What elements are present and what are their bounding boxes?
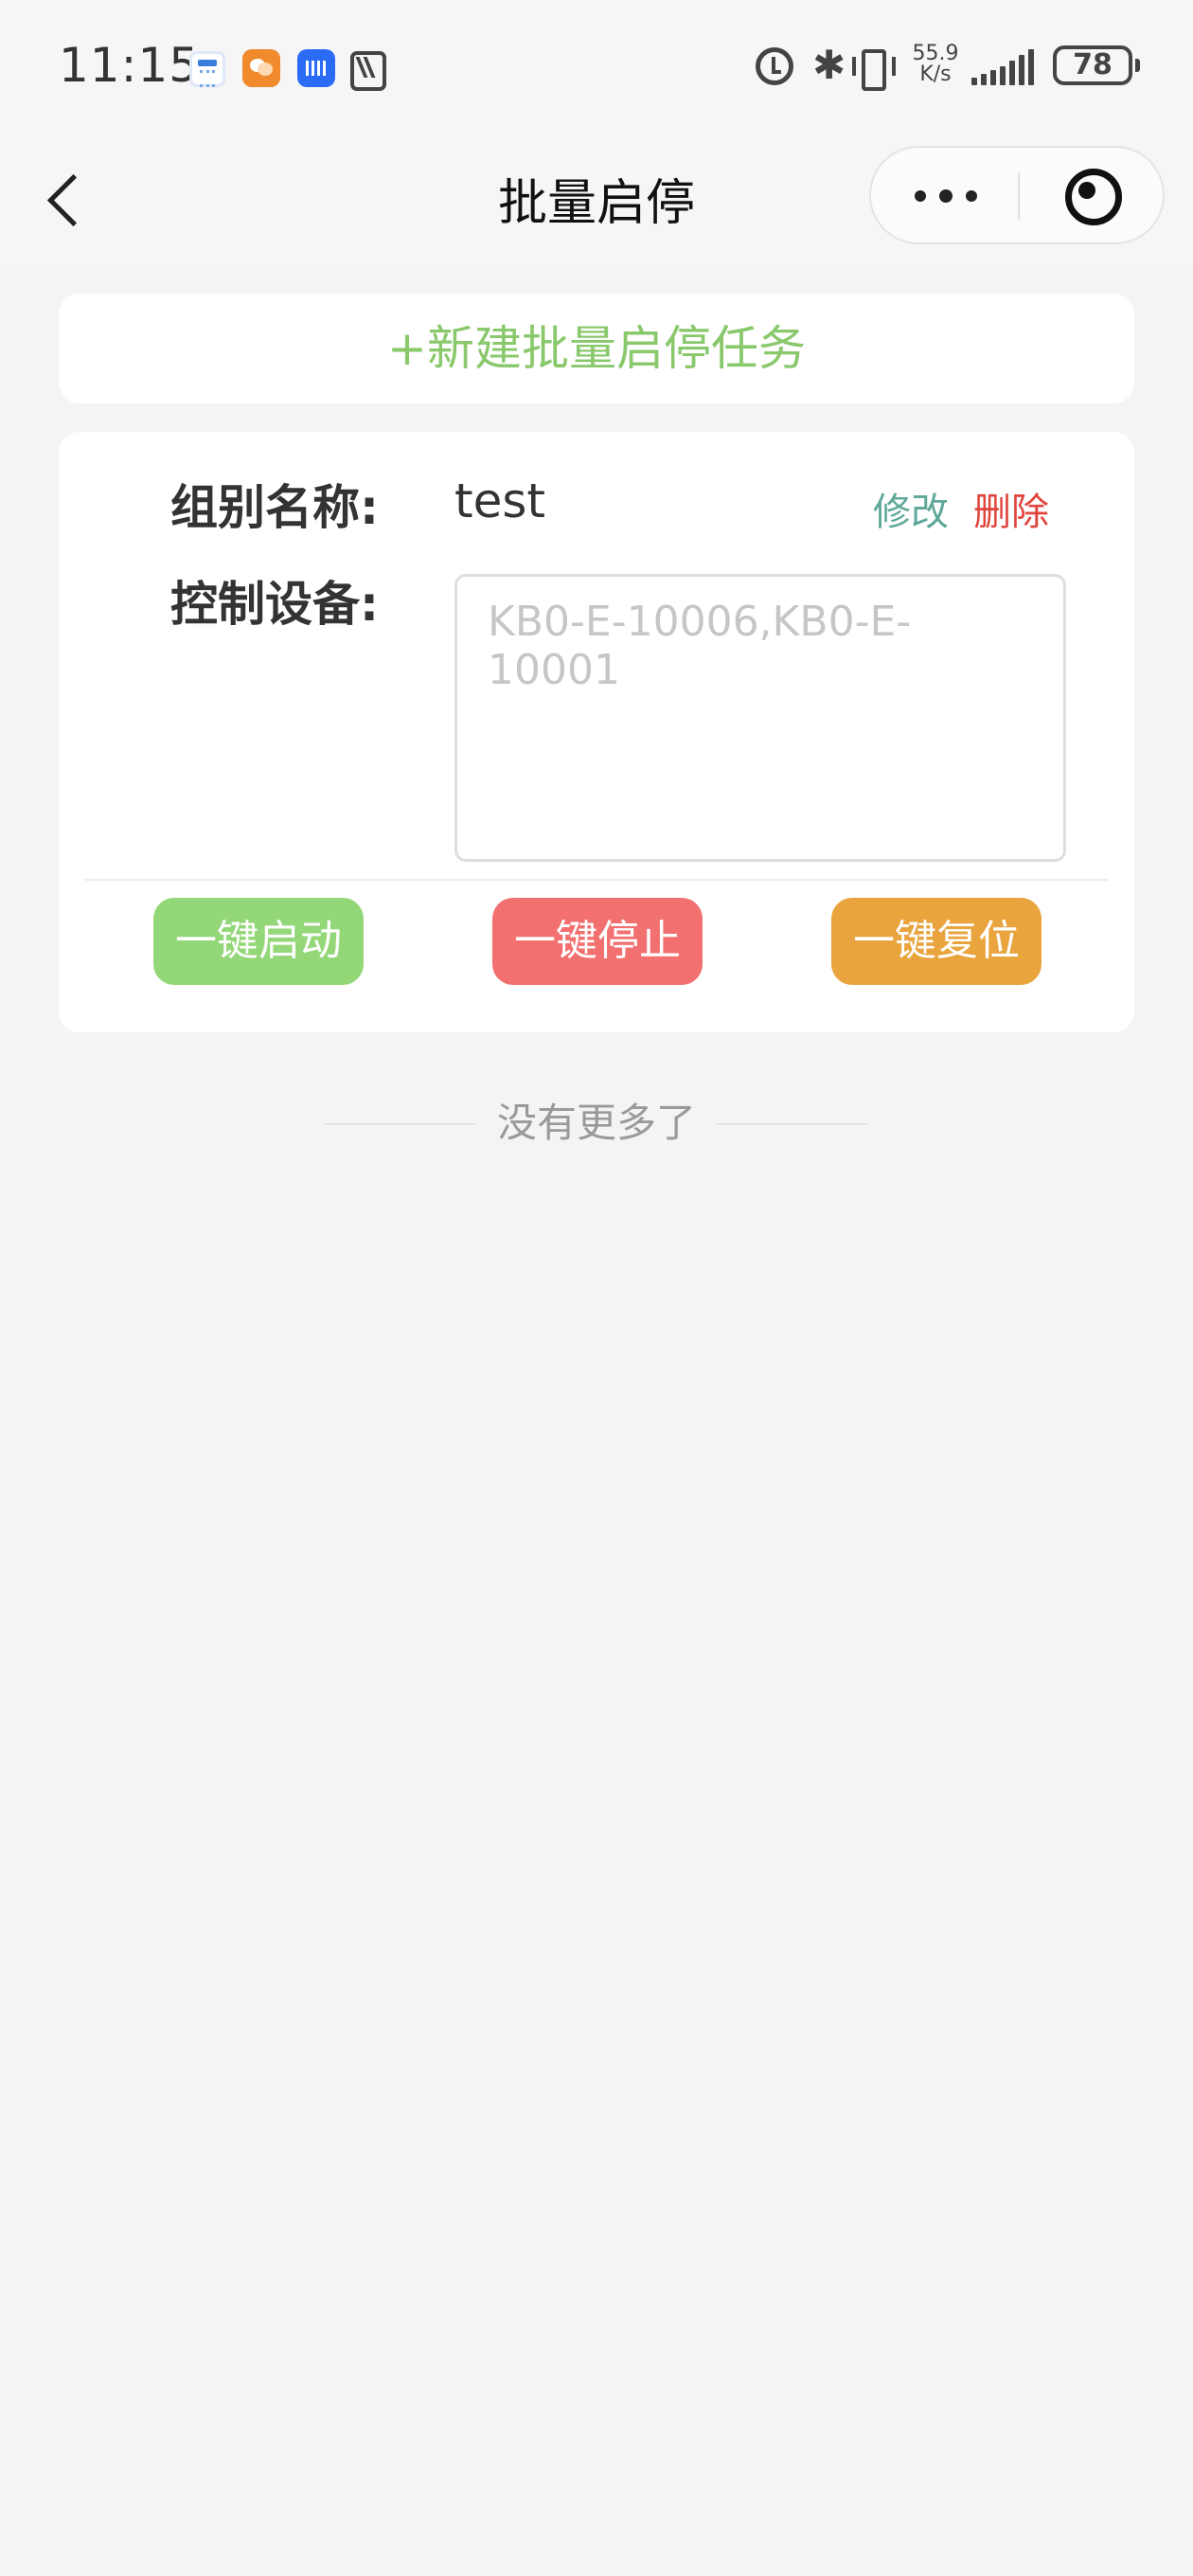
voice-recorder-icon — [297, 49, 335, 87]
new-batch-task-button[interactable]: +新建批量启停任务 — [59, 294, 1134, 403]
card-divider — [85, 879, 1108, 881]
divider-line-left — [324, 1123, 475, 1125]
status-bar: 11:15 ✱ 55.9 K/s 78 — [0, 0, 1193, 133]
divider-line-right — [716, 1123, 867, 1125]
no-more-text: 没有更多了 — [496, 1100, 696, 1146]
network-speed-unit: K/s — [919, 63, 952, 86]
mini-program-capsule — [869, 146, 1165, 244]
chat-app-icon — [242, 49, 280, 87]
group-name-value: test — [454, 474, 546, 528]
alarm-icon — [756, 47, 793, 85]
signal-icon — [971, 47, 1043, 85]
group-card: 组别名称: test 修改 删除 控制设备: 一键启动 一键停止 一键复位 — [59, 432, 1134, 1032]
calendar-icon — [189, 51, 225, 87]
devices-label: 控制设备: — [170, 577, 379, 632]
bluetooth-icon: ✱ — [812, 42, 846, 88]
network-speed-value: 55.9 — [912, 42, 959, 65]
vibrate-icon — [850, 47, 896, 91]
devices-textarea[interactable] — [454, 574, 1066, 862]
delete-button[interactable]: 删除 — [973, 481, 1049, 536]
start-all-button[interactable]: 一键启动 — [153, 898, 364, 985]
network-speed: 55.9 K/s — [909, 44, 962, 85]
status-indicators: ✱ 55.9 K/s 78 — [701, 38, 1193, 95]
close-target-icon[interactable] — [1020, 148, 1165, 242]
nav-bar: 批量启停 — [0, 133, 1193, 265]
edit-button[interactable]: 修改 — [873, 481, 949, 536]
nfc-icon — [348, 49, 386, 91]
stop-all-button[interactable]: 一键停止 — [492, 898, 703, 985]
more-options-icon[interactable] — [871, 148, 1018, 242]
battery-icon: 78 — [1053, 45, 1140, 85]
reset-all-button[interactable]: 一键复位 — [831, 898, 1042, 985]
list-end-indicator: 没有更多了 — [0, 1095, 1193, 1152]
status-time: 11:15 — [59, 38, 201, 93]
group-name-label: 组别名称: — [170, 480, 379, 535]
